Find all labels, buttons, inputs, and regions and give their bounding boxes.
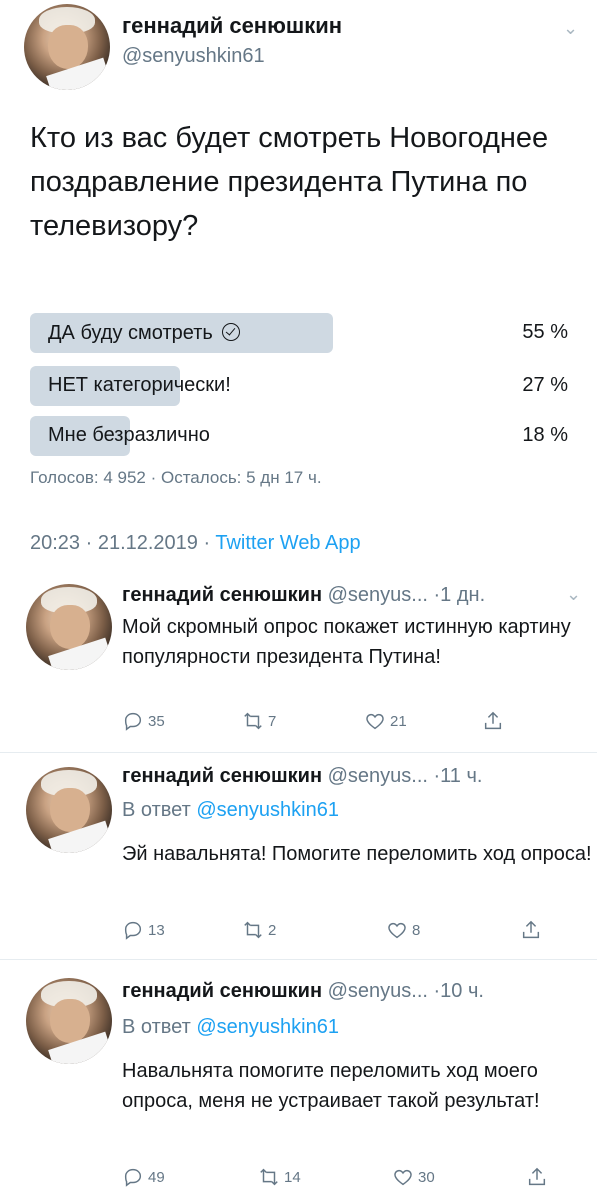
- author-handle[interactable]: @senyushkin61: [122, 45, 265, 68]
- mention-link[interactable]: @senyushkin61: [196, 1016, 339, 1038]
- retweet-count: 7: [268, 712, 277, 730]
- reply-icon: [124, 712, 142, 731]
- poll-label-2: НЕТ категорически!: [48, 374, 231, 396]
- like-button[interactable]: 30: [392, 1166, 435, 1188]
- in-reply-to: В ответ @senyushkin61: [122, 799, 339, 822]
- reply-text: Навальнята помогите переломить ход моего…: [122, 1060, 540, 1112]
- reply-avatar[interactable]: [26, 584, 112, 670]
- retweet-icon: [244, 712, 262, 730]
- reply-avatar[interactable]: [26, 978, 112, 1064]
- reply-button[interactable]: 35: [122, 710, 165, 732]
- like-count: 21: [390, 712, 407, 730]
- reply-count: 13: [148, 921, 165, 939]
- reply-author-name[interactable]: геннадий сенюшкин: [122, 765, 322, 787]
- author-avatar[interactable]: [24, 4, 110, 90]
- share-icon: [528, 1167, 546, 1186]
- like-icon: [394, 1169, 412, 1186]
- chevron-down-icon[interactable]: ⌄: [563, 18, 578, 39]
- reply-button[interactable]: 49: [122, 1166, 165, 1188]
- retweet-icon: [260, 1168, 278, 1186]
- poll-label-3: Мне безразлично: [48, 424, 210, 446]
- share-button[interactable]: [520, 919, 546, 941]
- poll-percent-1: 55 %: [522, 321, 568, 343]
- tweet-timestamp: 20:23 · 21.12.2019 · Twitter Web App: [30, 532, 361, 555]
- share-icon: [522, 920, 540, 939]
- poll-percent-2: 27 %: [522, 374, 568, 396]
- reply-actions: 49 14 30: [122, 1166, 582, 1192]
- like-count: 30: [418, 1168, 435, 1186]
- reply-actions: 13 2 8: [122, 919, 582, 945]
- in-reply-to: В ответ @senyushkin61: [122, 1016, 339, 1039]
- tweet-text: Кто из вас будет смотреть Новогоднее поз…: [30, 122, 549, 242]
- reply-author-name[interactable]: геннадий сенюшкин: [122, 584, 322, 606]
- source-app-link[interactable]: Twitter Web App: [215, 532, 360, 554]
- retweet-button[interactable]: 14: [258, 1166, 301, 1188]
- mention-link[interactable]: @senyushkin61: [196, 799, 339, 821]
- in-reply-prefix: В ответ: [122, 799, 197, 821]
- reply-handle-time: @senyus... ·1 дн.: [327, 584, 486, 606]
- timestamp-text: 20:23 · 21.12.2019 ·: [30, 532, 216, 554]
- like-button[interactable]: 21: [364, 710, 407, 732]
- reply-tweet-3[interactable]: геннадий сенюшкин @senyus... ·10 ч. В от…: [0, 960, 597, 1200]
- reply-count: 35: [148, 712, 165, 730]
- reply-text: Эй навальнята! Помогите переломить ход о…: [122, 843, 592, 865]
- poll-option-2: НЕТ категорически! 27 %: [30, 366, 570, 406]
- poll-meta: Голосов: 4 952 · Осталось: 5 дн 17 ч.: [30, 468, 322, 487]
- poll-option-3: Мне безразлично 18 %: [30, 416, 570, 456]
- like-icon: [388, 922, 406, 939]
- reply-avatar[interactable]: [26, 767, 112, 853]
- retweet-count: 2: [268, 921, 277, 939]
- author-name[interactable]: геннадий сенюшкин: [122, 13, 342, 39]
- poll-percent-3: 18 %: [522, 424, 568, 446]
- poll-option-1: ДА буду смотреть 55 %: [30, 313, 570, 353]
- retweet-count: 14: [284, 1168, 301, 1186]
- retweet-button[interactable]: 7: [242, 710, 276, 732]
- in-reply-prefix: В ответ: [122, 1016, 197, 1038]
- reply-icon: [124, 1168, 142, 1187]
- reply-author-name[interactable]: геннадий сенюшкин: [122, 980, 322, 1002]
- like-button[interactable]: 8: [386, 919, 420, 941]
- reply-tweet-1[interactable]: геннадий сенюшкин @senyus... ·1 дн. ⌄ Мо…: [0, 572, 597, 752]
- poll-label-1: ДА буду смотреть: [48, 322, 213, 344]
- like-count: 8: [412, 921, 421, 939]
- chevron-down-icon[interactable]: ⌄: [566, 584, 581, 605]
- reply-text: Мой скромный опрос покажет истинную карт…: [122, 616, 571, 668]
- share-button[interactable]: [526, 1166, 552, 1188]
- share-button[interactable]: [482, 710, 508, 732]
- share-icon: [484, 711, 502, 730]
- reply-actions: 35 7 21: [122, 710, 582, 736]
- check-circle-icon: [222, 323, 241, 341]
- reply-icon: [124, 921, 142, 940]
- reply-tweet-2[interactable]: геннадий сенюшкин @senyus... ·11 ч. В от…: [0, 753, 597, 957]
- reply-count: 49: [148, 1168, 165, 1186]
- reply-handle-time: @senyus... ·10 ч.: [327, 980, 484, 1002]
- reply-handle-time: @senyus... ·11 ч.: [327, 765, 483, 787]
- reply-button[interactable]: 13: [122, 919, 165, 941]
- retweet-button[interactable]: 2: [242, 919, 276, 941]
- tweet-header: геннадий сенюшкин @senyushkin61 ⌄: [0, 0, 597, 100]
- retweet-icon: [244, 921, 262, 939]
- like-icon: [366, 713, 384, 730]
